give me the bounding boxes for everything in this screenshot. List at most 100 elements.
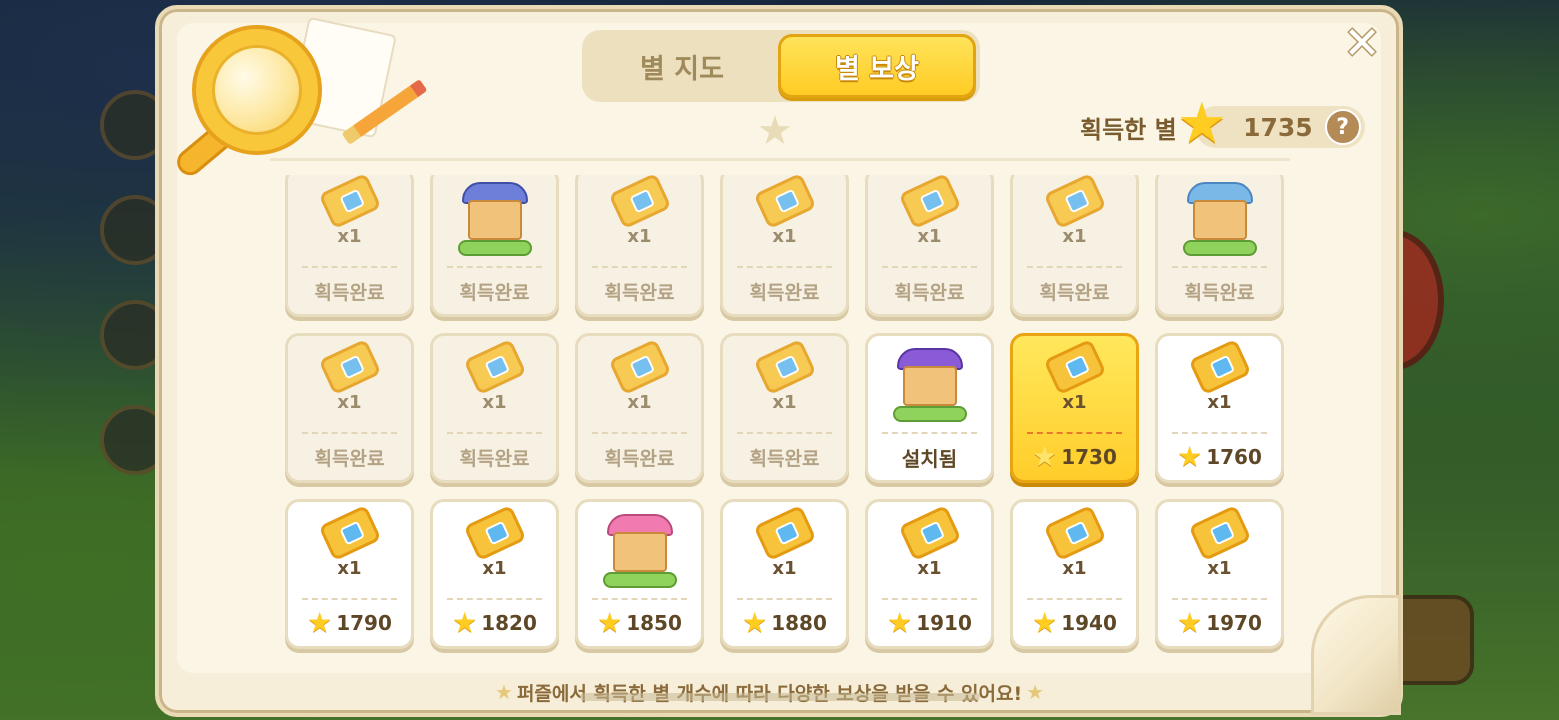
reward-status: 획득완료	[578, 270, 701, 312]
star-icon: ★	[495, 680, 513, 704]
reward-card-top: x1	[1013, 336, 1136, 431]
reward-quantity: x1	[1062, 392, 1087, 413]
reward-status-text: 획득완료	[314, 281, 385, 304]
reward-card[interactable]: x1 획득완료	[720, 175, 849, 317]
reward-quantity: x1	[482, 558, 507, 579]
reward-card[interactable]: x1 ★ 1790	[285, 499, 414, 649]
reward-status: 설치됨	[868, 436, 991, 478]
reward-status: 획득완료	[578, 436, 701, 478]
dashed-divider	[737, 598, 832, 600]
ticket-icon	[1042, 175, 1107, 230]
reward-quantity: x1	[627, 392, 652, 413]
reward-star-cost: ★ 1880	[723, 602, 846, 644]
dashed-divider	[737, 432, 832, 434]
reward-card[interactable]: ★ 1850	[575, 499, 704, 649]
tab-star-reward[interactable]: 별 보상	[778, 34, 976, 98]
magnifier-decoration	[171, 15, 432, 190]
reward-grid-viewport[interactable]: x1 획득완료 획득완료 x1 획득완료 x1 획득완료 x1 획득완료 x1 획득완료 획득완료 x1…	[280, 175, 1292, 655]
reward-card-top: x1	[578, 336, 701, 431]
reward-quantity: x1	[1207, 558, 1232, 579]
help-button[interactable]: ?	[1324, 109, 1361, 145]
pink-gate-icon	[597, 510, 683, 592]
reward-status-text: 획득완료	[459, 281, 530, 304]
dashed-divider	[882, 266, 977, 268]
ticket-icon	[607, 175, 672, 230]
reward-card-top	[868, 336, 991, 431]
reward-card[interactable]: x1 ★ 1970	[1155, 499, 1284, 649]
ticket-icon	[1187, 338, 1252, 396]
dashed-divider	[447, 266, 542, 268]
reward-status-text: 획득완료	[749, 447, 820, 470]
reward-status: 획득완료	[433, 436, 556, 478]
reward-status-text: 획득완료	[604, 281, 675, 304]
reward-card-top: x1	[1013, 502, 1136, 597]
ticket-icon	[317, 504, 382, 562]
star-icon: ★	[452, 606, 478, 639]
reward-card[interactable]: x1 획득완료	[720, 333, 849, 483]
reward-card[interactable]: 설치됨	[865, 333, 994, 483]
reward-status-text: 설치됨	[901, 446, 958, 471]
reward-status-text: 획득완료	[749, 281, 820, 304]
reward-star-cost: ★ 1940	[1013, 602, 1136, 644]
earned-stars: 획득한 별 ★ 1735 ?	[1080, 96, 1365, 152]
close-button[interactable]: ✕	[1340, 22, 1384, 66]
reward-card[interactable]: x1 획득완료	[285, 333, 414, 483]
reward-card[interactable]: x1 ★ 1880	[720, 499, 849, 649]
reward-card[interactable]: 획득완료	[430, 175, 559, 317]
reward-card-top: x1	[288, 175, 411, 265]
star-icon: ★	[1026, 680, 1045, 704]
dashed-divider	[302, 598, 397, 600]
ticket-icon	[752, 175, 817, 230]
tab-star-map[interactable]: 별 지도	[586, 34, 778, 98]
dashed-divider	[592, 598, 687, 600]
reward-card-top: x1	[1013, 175, 1136, 265]
reward-status-text: 획득완료	[604, 447, 675, 470]
reward-card[interactable]: x1 획득완료	[1010, 175, 1139, 317]
reward-card[interactable]: x1 ★ 1940	[1010, 499, 1139, 649]
dashed-divider	[1172, 432, 1267, 434]
reward-card[interactable]: x1 획득완료	[430, 333, 559, 483]
reward-quantity: x1	[482, 392, 507, 413]
ticket-icon	[897, 504, 962, 562]
reward-card-top: x1	[723, 175, 846, 265]
reward-status-text: 1790	[336, 611, 392, 635]
dashed-divider	[1027, 432, 1122, 434]
star-icon: ★	[307, 606, 333, 639]
reward-card-top: x1	[288, 502, 411, 597]
reward-card-top	[433, 175, 556, 265]
dashed-divider	[302, 432, 397, 434]
earned-stars-box: ★ 1735 ?	[1177, 96, 1365, 152]
dashed-divider	[882, 432, 977, 434]
scrollbar[interactable]	[580, 693, 980, 701]
reward-card[interactable]: x1 획득완료	[575, 175, 704, 317]
reward-star-cost: ★ 1970	[1158, 602, 1281, 644]
footer-hint: ★ 퍼즐에서 획득한 별 개수에 따라 다양한 보상을 받을 수 있어요! ★	[495, 678, 1065, 706]
blue-gate-icon	[1177, 178, 1263, 260]
reward-card[interactable]: 획득완료	[1155, 175, 1284, 317]
reward-card[interactable]: x1 ★ 1820	[430, 499, 559, 649]
reward-card[interactable]: x1 획득완료	[865, 175, 994, 317]
reward-star-cost: ★ 1790	[288, 602, 411, 644]
reward-card[interactable]: x1 ★ 1730	[1010, 333, 1139, 483]
reward-quantity: x1	[1207, 392, 1232, 413]
reward-card-top: x1	[578, 175, 701, 265]
reward-status: 획득완료	[1013, 270, 1136, 312]
star-icon: ★	[887, 606, 913, 639]
earned-stars-label: 획득한 별	[1080, 115, 1177, 144]
reward-quantity: x1	[337, 392, 362, 413]
ticket-icon	[317, 175, 382, 230]
magnifier-icon	[192, 25, 322, 155]
reward-status: 획득완료	[723, 270, 846, 312]
reward-card-top	[578, 502, 701, 597]
reward-card[interactable]: x1 ★ 1910	[865, 499, 994, 649]
reward-star-cost: ★ 1760	[1158, 436, 1281, 478]
star-icon: ★	[1177, 440, 1203, 473]
ticket-icon	[897, 175, 962, 230]
reward-card[interactable]: x1 획득완료	[575, 333, 704, 483]
dashed-divider	[447, 598, 542, 600]
reward-card[interactable]: x1 ★ 1760	[1155, 333, 1284, 483]
reward-status-text: 1940	[1061, 611, 1117, 635]
star-decoration-icon: ★	[757, 108, 793, 154]
reward-star-cost: ★ 1820	[433, 602, 556, 644]
reward-card[interactable]: x1 획득완료	[285, 175, 414, 317]
